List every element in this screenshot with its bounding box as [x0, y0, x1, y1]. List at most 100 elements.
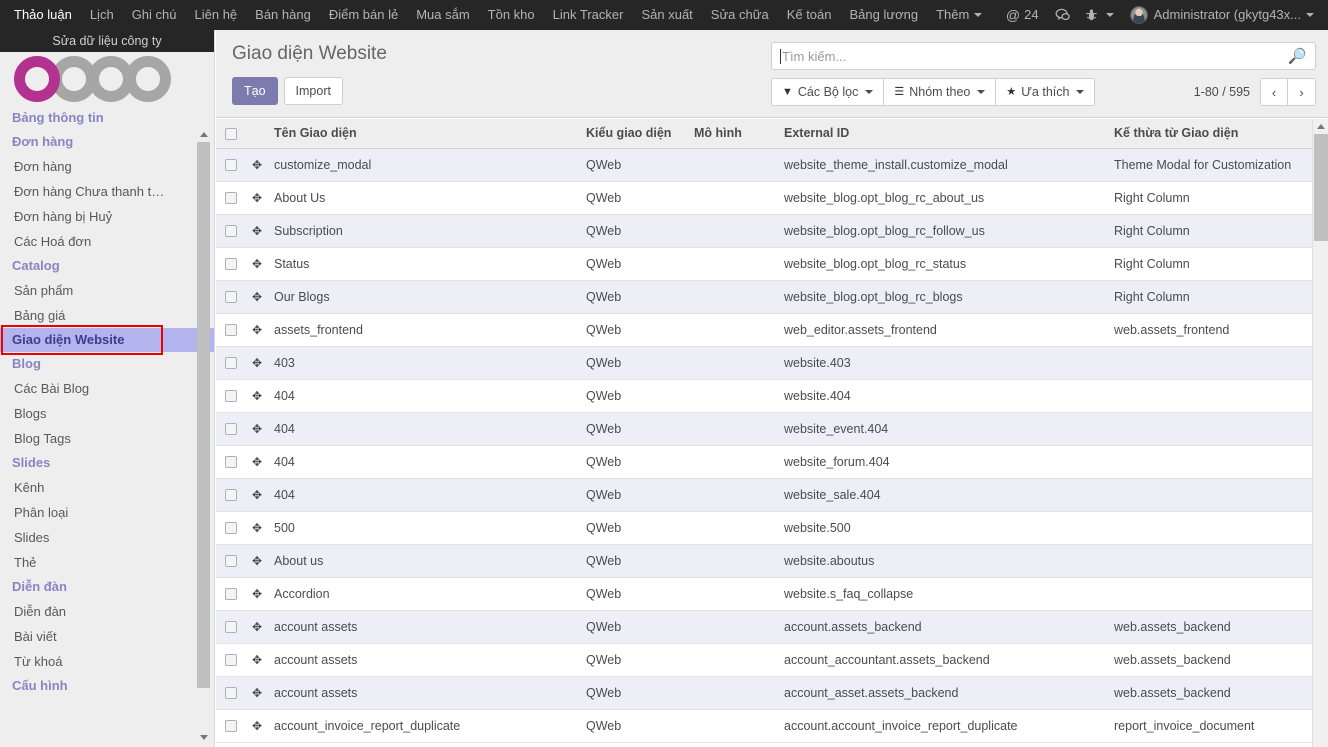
menu-item-0[interactable]: Thảo luận	[0, 0, 81, 30]
sidebar-item-12[interactable]: Blogs	[0, 401, 214, 426]
drag-move-icon[interactable]: ✥	[252, 357, 262, 369]
sidebar-item-7[interactable]: Sản phẩm	[0, 278, 214, 303]
sidebar-item-4[interactable]: Đơn hàng bị Huỷ	[0, 204, 214, 229]
drag-move-icon[interactable]: ✥	[252, 159, 262, 171]
menu-item-9[interactable]: Sản xuất	[632, 0, 701, 30]
drag-move-icon[interactable]: ✥	[252, 588, 262, 600]
table-row[interactable]: ✥ account assets QWeb account_accountant.as…	[216, 643, 1312, 677]
menu-item-2[interactable]: Ghi chú	[123, 0, 186, 30]
list-scrollbar-thumb[interactable]	[1314, 134, 1328, 241]
sidebar-item-17[interactable]: Slides	[0, 525, 214, 550]
drag-move-icon[interactable]: ✥	[252, 258, 262, 270]
row-checkbox[interactable]	[225, 621, 237, 634]
drag-move-icon[interactable]: ✥	[252, 720, 262, 732]
drag-move-icon[interactable]: ✥	[252, 489, 262, 501]
odoo-logo[interactable]	[0, 52, 214, 106]
row-checkbox[interactable]	[225, 489, 237, 502]
sidebar-section-14[interactable]: Slides	[0, 451, 214, 475]
sidebar-section-10[interactable]: Blog	[0, 352, 214, 376]
import-button[interactable]: Import	[283, 77, 343, 105]
sidebar-scrollbar[interactable]	[197, 128, 210, 743]
groupby-dropdown[interactable]: ☰ Nhóm theo	[884, 78, 997, 106]
search-icon[interactable]: 🔍	[1288, 47, 1307, 65]
search-box[interactable]: 🔍	[771, 42, 1316, 70]
table-row[interactable]: ✥ customize_modal QWeb website_theme_instal…	[216, 148, 1312, 182]
favorites-dropdown[interactable]: ★ Ưa thích	[996, 78, 1096, 106]
table-row[interactable]: ✥ Subscription QWeb website_blog.opt_blog_r…	[216, 214, 1312, 248]
menu-item-8[interactable]: Link Tracker	[544, 0, 633, 30]
sidebar-item-5[interactable]: Các Hoá đơn	[0, 229, 214, 254]
table-row[interactable]: ✥ 404 QWeb website_event.404	[216, 412, 1312, 446]
sidebar-item-11[interactable]: Các Bài Blog	[0, 376, 214, 401]
row-checkbox[interactable]	[225, 687, 237, 700]
menu-item-7[interactable]: Tồn kho	[479, 0, 544, 30]
column-header-inherit[interactable]: Kế thừa từ Giao diện	[1108, 119, 1312, 149]
sidebar-item-18[interactable]: Thẻ	[0, 550, 214, 575]
menu-item-6[interactable]: Mua sắm	[407, 0, 478, 30]
table-row[interactable]: ✥ About us QWeb website.aboutus	[216, 544, 1312, 578]
table-row[interactable]: ✥ Our Blogs QWeb website_blog.opt_blog_rc_b…	[216, 280, 1312, 314]
sidebar-item-16[interactable]: Phân loại	[0, 500, 214, 525]
row-checkbox[interactable]	[225, 159, 237, 172]
company-data-edit-banner[interactable]: Sửa dữ liệu công ty	[0, 30, 214, 52]
sidebar-item-21[interactable]: Bài viết	[0, 624, 214, 649]
drag-move-icon[interactable]: ✥	[252, 192, 262, 204]
sidebar-section-6[interactable]: Catalog	[0, 254, 214, 278]
sidebar-section-1[interactable]: Đơn hàng	[0, 130, 214, 154]
select-all-checkbox[interactable]	[225, 127, 237, 140]
row-checkbox[interactable]	[225, 720, 237, 733]
table-row[interactable]: ✥ About Us QWeb website_blog.opt_blog_rc_ab…	[216, 181, 1312, 215]
row-checkbox[interactable]	[225, 522, 237, 535]
row-checkbox[interactable]	[225, 192, 237, 205]
table-row[interactable]: ✥ 404 QWeb website_sale.404	[216, 478, 1312, 512]
pager-previous-button[interactable]: ‹	[1260, 78, 1288, 106]
chat-bubble-icon[interactable]	[1047, 8, 1078, 22]
menu-item-more[interactable]: Thêm	[927, 0, 991, 30]
scroll-up-arrow-icon[interactable]	[1313, 119, 1328, 133]
mentions-button[interactable]: @ 24	[998, 0, 1047, 30]
row-checkbox[interactable]	[225, 225, 237, 238]
row-checkbox[interactable]	[225, 423, 237, 436]
drag-move-icon[interactable]: ✥	[252, 522, 262, 534]
row-checkbox[interactable]	[225, 258, 237, 271]
menu-item-11[interactable]: Kế toán	[778, 0, 841, 30]
menu-item-12[interactable]: Bảng lương	[841, 0, 928, 30]
list-scrollbar[interactable]	[1312, 119, 1328, 747]
sidebar-item-13[interactable]: Blog Tags	[0, 426, 214, 451]
search-input[interactable]	[782, 48, 1289, 64]
column-header-name[interactable]: Tên Giao diện	[268, 119, 580, 149]
table-row[interactable]: ✥ 404 QWeb website_forum.404	[216, 445, 1312, 479]
drag-move-icon[interactable]: ✥	[252, 687, 262, 699]
debug-menu-button[interactable]	[1078, 8, 1122, 22]
row-checkbox[interactable]	[225, 291, 237, 304]
row-checkbox[interactable]	[225, 390, 237, 403]
table-row[interactable]: ✥ Accordion QWeb website.s_faq_collapse	[216, 577, 1312, 611]
row-checkbox[interactable]	[225, 654, 237, 667]
drag-move-icon[interactable]: ✥	[252, 654, 262, 666]
drag-move-icon[interactable]: ✥	[252, 456, 262, 468]
pager-next-button[interactable]: ›	[1288, 78, 1316, 106]
menu-item-3[interactable]: Liên hệ	[186, 0, 247, 30]
table-row[interactable]: ✥ assets_frontend QWeb web_editor.assets_fr…	[216, 313, 1312, 347]
sidebar-item-8[interactable]: Bảng giá	[0, 303, 214, 328]
row-checkbox[interactable]	[225, 324, 237, 337]
drag-move-icon[interactable]: ✥	[252, 324, 262, 336]
menu-item-10[interactable]: Sửa chữa	[702, 0, 778, 30]
row-checkbox[interactable]	[225, 357, 237, 370]
table-row[interactable]: ✥ account assets QWeb account.assets_backen…	[216, 610, 1312, 644]
drag-move-icon[interactable]: ✥	[252, 225, 262, 237]
column-header-model[interactable]: Mô hình	[688, 119, 778, 149]
sidebar-section-19[interactable]: Diễn đàn	[0, 575, 214, 599]
sidebar-section-9-active[interactable]: Giao diện Website	[0, 325, 214, 355]
drag-move-icon[interactable]: ✥	[252, 291, 262, 303]
table-row[interactable]: ✥ account assets QWeb account_asset.assets_…	[216, 676, 1312, 710]
row-checkbox[interactable]	[225, 555, 237, 568]
sidebar-section-23[interactable]: Cấu hình	[0, 674, 214, 698]
drag-move-icon[interactable]: ✥	[252, 621, 262, 633]
table-row[interactable]: ✥ 404 QWeb website.404	[216, 379, 1312, 413]
drag-move-icon[interactable]: ✥	[252, 423, 262, 435]
row-checkbox[interactable]	[225, 456, 237, 469]
menu-item-5[interactable]: Điểm bán lẻ	[320, 0, 407, 30]
sidebar-scrollbar-thumb[interactable]	[197, 142, 210, 688]
menu-item-4[interactable]: Bán hàng	[246, 0, 320, 30]
